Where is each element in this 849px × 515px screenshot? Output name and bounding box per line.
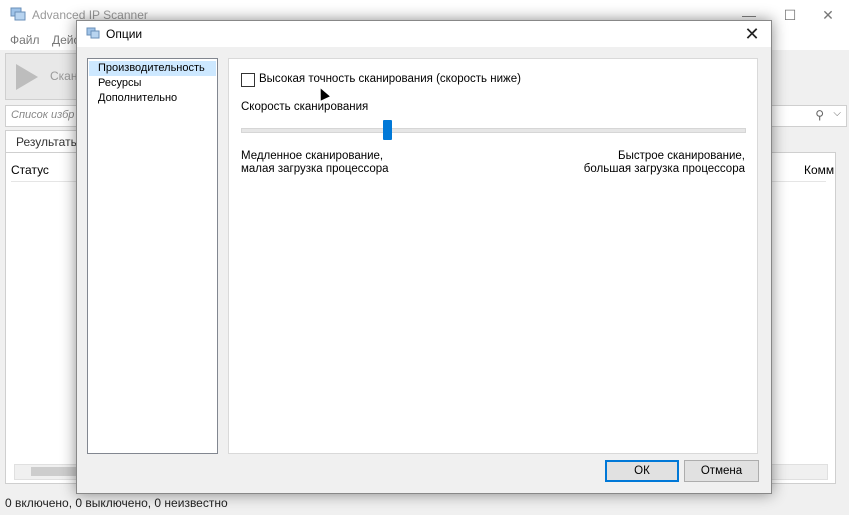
high-accuracy-checkbox[interactable] [241, 73, 255, 87]
chevron-down-icon[interactable]: ⌵ [833, 108, 841, 119]
category-label: Производительность [98, 62, 205, 74]
menu-file[interactable]: Файл [10, 33, 40, 47]
cancel-button[interactable]: Отмена [684, 460, 759, 482]
scrollbar-thumb[interactable] [31, 467, 81, 476]
status-text: 0 включено, 0 выключено, 0 неизвестно [5, 496, 228, 510]
scan-button-label: Скан [50, 69, 78, 83]
tab-results[interactable]: Результать [5, 130, 87, 153]
category-label: Ресурсы [98, 77, 142, 89]
scan-speed-slider[interactable] [241, 128, 746, 133]
dialog-titlebar: Опции ✕ [77, 21, 771, 47]
column-status[interactable]: Статус [11, 163, 49, 177]
category-resources[interactable]: Ресурсы [89, 76, 216, 91]
category-list: Производительность Ресурсы Дополнительно [87, 58, 218, 454]
dialog-title: Опции [106, 27, 143, 41]
maximize-button[interactable]: ☐ [774, 4, 806, 26]
fast-scan-label: Быстрое сканирование, большая загрузка п… [583, 150, 745, 175]
network-computer-icon [86, 27, 100, 39]
category-performance[interactable]: Производительность [89, 61, 216, 76]
high-accuracy-label[interactable]: Высокая точность сканирования (скорость … [259, 73, 521, 85]
play-icon [16, 64, 38, 90]
scan-speed-label: Скорость сканирования [241, 101, 369, 113]
search-icon[interactable]: ⚲ [815, 108, 824, 122]
search-placeholder: Список избр [11, 109, 75, 121]
ok-button[interactable]: ОК [605, 460, 679, 482]
category-advanced[interactable]: Дополнительно [89, 91, 216, 106]
status-bar: 0 включено, 0 выключено, 0 неизвестно [0, 492, 849, 515]
network-computer-icon [10, 7, 26, 21]
dialog-close-button[interactable]: ✕ [737, 22, 767, 46]
performance-panel: Высокая точность сканирования (скорость … [228, 58, 758, 454]
tab-results-label: Результать [16, 135, 77, 149]
slow-scan-label: Медленное сканирование, малая загрузка п… [241, 150, 389, 175]
close-button[interactable]: ✕ [812, 4, 844, 26]
scan-speed-slider-thumb[interactable] [383, 120, 392, 140]
scan-button[interactable]: Скан [5, 53, 82, 100]
options-dialog: Опции ✕ Производительность Ресурсы Допол… [76, 20, 772, 494]
column-comment[interactable]: Комм [804, 163, 834, 177]
category-label: Дополнительно [98, 92, 178, 104]
